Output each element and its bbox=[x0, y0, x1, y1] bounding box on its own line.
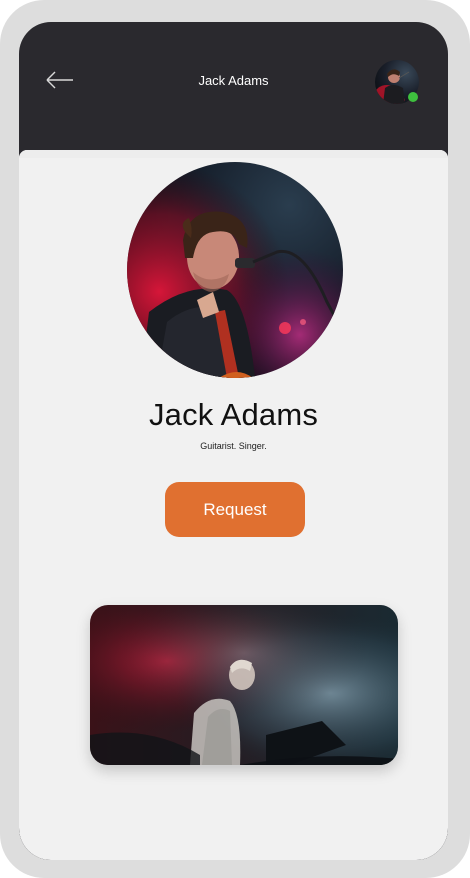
phone-frame: Jack Adams Jack Adams Guitarist. Singer.… bbox=[0, 0, 470, 878]
profile-tagline: Guitarist. Singer. bbox=[200, 441, 267, 451]
profile-name: Jack Adams bbox=[148, 397, 319, 432]
online-status-dot bbox=[408, 92, 418, 102]
sheet-top-edge bbox=[19, 150, 448, 158]
performance-photo-card[interactable] bbox=[90, 605, 398, 765]
singer-photo bbox=[127, 162, 343, 378]
profile-photo bbox=[127, 162, 343, 378]
request-button[interactable]: Request bbox=[165, 482, 305, 537]
concert-photo bbox=[90, 605, 398, 765]
app-screen: Jack Adams Jack Adams Guitarist. Singer.… bbox=[19, 22, 448, 860]
header-bar: Jack Adams bbox=[19, 22, 448, 152]
